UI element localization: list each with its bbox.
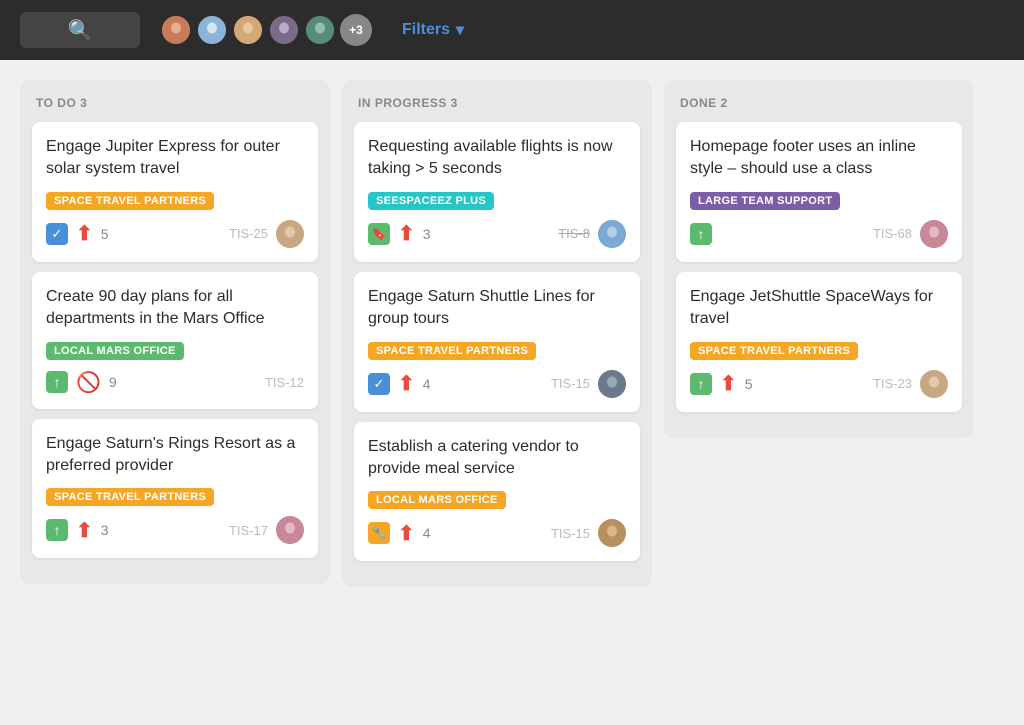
card-footer: 🔧 ⬆ 4 TIS-15 [368,519,626,547]
priority-icon: ⬆ [398,521,415,546]
card[interactable]: Homepage footer uses an inline style – s… [676,122,962,262]
ticket-id: TIS-25 [229,226,268,241]
card-action-icon[interactable]: ✓ [368,373,390,395]
card-action-icon[interactable]: ↑ [46,519,68,541]
card-action-icon[interactable]: 🔖 [368,223,390,245]
priority-icon: ⬆ [398,221,415,246]
card[interactable]: Engage Jupiter Express for outer solar s… [32,122,318,262]
card-count: 3 [101,522,109,538]
card-avatar [276,516,304,544]
avatar-plus[interactable]: +3 [340,14,372,46]
card-tag: SPACE TRAVEL PARTNERS [46,192,214,210]
card-action-icon[interactable]: 🔧 [368,522,390,544]
card[interactable]: Engage Saturn Shuttle Lines for group to… [354,272,640,412]
priority-icon: ⬆ [76,221,93,246]
card-action-icon[interactable]: ↑ [46,371,68,393]
avatar-3[interactable] [232,14,264,46]
card-title: Engage Jupiter Express for outer solar s… [46,136,304,181]
card-avatar [276,220,304,248]
priority-up-icon: ⬆ [398,523,415,545]
card-tag: LOCAL MARS OFFICE [368,491,506,509]
priority-icon: ⬆ [76,518,93,543]
search-box[interactable]: 🔍 [20,12,140,48]
column-header-inprogress: IN PROGRESS 3 [354,96,640,110]
card-footer: ↑ TIS-68 [690,220,948,248]
column-header-todo: TO DO 3 [32,96,318,110]
search-icon: 🔍 [68,18,93,43]
kanban-board: TO DO 3 Engage Jupiter Express for outer … [0,60,1024,607]
card-action-icon[interactable]: ✓ [46,223,68,245]
card[interactable]: Requesting available flights is now taki… [354,122,640,262]
ticket-id: TIS-15 [551,526,590,541]
card-action-icon[interactable]: ↑ [690,223,712,245]
card-avatar [598,370,626,398]
avatar-group: +3 [160,14,372,46]
card-title: Engage Saturn's Rings Resort as a prefer… [46,433,304,478]
avatar-1[interactable] [160,14,192,46]
card-tag: LARGE TEAM SUPPORT [690,192,840,210]
card-avatar [598,220,626,248]
priority-up-icon: ⬆ [398,223,415,245]
column-todo: TO DO 3 Engage Jupiter Express for outer … [20,80,330,584]
ticket-id: TIS-8 [558,226,590,241]
card-title: Create 90 day plans for all departments … [46,286,304,331]
card-tag: SPACE TRAVEL PARTNERS [368,342,536,360]
card[interactable]: Create 90 day plans for all departments … [32,272,318,409]
filters-button[interactable]: Filters ▾ [402,20,464,40]
card-count: 5 [745,376,753,392]
ticket-id: TIS-68 [873,226,912,241]
card-avatar [598,519,626,547]
card-count: 4 [423,376,431,392]
card-count: 9 [109,374,117,390]
priority-icon: 🚫 [76,370,101,395]
priority-up-icon: ⬆ [76,520,93,542]
ticket-id: TIS-17 [229,523,268,538]
card-avatar [920,220,948,248]
card-count: 5 [101,226,109,242]
card-footer: ✓ ⬆ 5 TIS-25 [46,220,304,248]
card-footer: ↑ ⬆ 3 TIS-17 [46,516,304,544]
priority-block-icon: 🚫 [76,372,101,394]
card-title: Engage JetShuttle SpaceWays for travel [690,286,948,331]
avatar-4[interactable] [268,14,300,46]
ticket-id: TIS-23 [873,376,912,391]
column-done: DONE 2 Homepage footer uses an inline sty… [664,80,974,438]
ticket-id: TIS-15 [551,376,590,391]
topbar: 🔍 +3 Filters ▾ [0,0,1024,60]
card-footer: 🔖 ⬆ 3 TIS-8 [368,220,626,248]
card[interactable]: Engage Saturn's Rings Resort as a prefer… [32,419,318,559]
avatar-2[interactable] [196,14,228,46]
card-tag: SPACE TRAVEL PARTNERS [690,342,858,360]
card-title: Establish a catering vendor to provide m… [368,436,626,481]
card-count: 3 [423,226,431,242]
ticket-id: TIS-12 [265,375,304,390]
card-title: Homepage footer uses an inline style – s… [690,136,948,181]
column-inprogress: IN PROGRESS 3 Requesting available flight… [342,80,652,587]
card-tag: LOCAL MARS OFFICE [46,342,184,360]
card-action-icon[interactable]: ↑ [690,373,712,395]
card-tag: SPACE TRAVEL PARTNERS [46,488,214,506]
priority-icon: ⬆ [398,371,415,396]
card-title: Engage Saturn Shuttle Lines for group to… [368,286,626,331]
priority-up-icon: ⬆ [398,373,415,395]
card-tag: SEESPACEEZ PLUS [368,192,494,210]
card-footer: ↑ 🚫 9 TIS-12 [46,370,304,395]
priority-up-icon: ⬆ [76,223,93,245]
card[interactable]: Engage JetShuttle SpaceWays for travel SP… [676,272,962,412]
avatar-5[interactable] [304,14,336,46]
card-footer: ↑ ⬆ 5 TIS-23 [690,370,948,398]
card-count: 4 [423,525,431,541]
card-footer: ✓ ⬆ 4 TIS-15 [368,370,626,398]
priority-icon: ⬆ [720,371,737,396]
card[interactable]: Establish a catering vendor to provide m… [354,422,640,562]
card-avatar [920,370,948,398]
column-header-done: DONE 2 [676,96,962,110]
chevron-down-icon: ▾ [456,20,464,40]
card-title: Requesting available flights is now taki… [368,136,626,181]
priority-up-icon: ⬆ [720,373,737,395]
